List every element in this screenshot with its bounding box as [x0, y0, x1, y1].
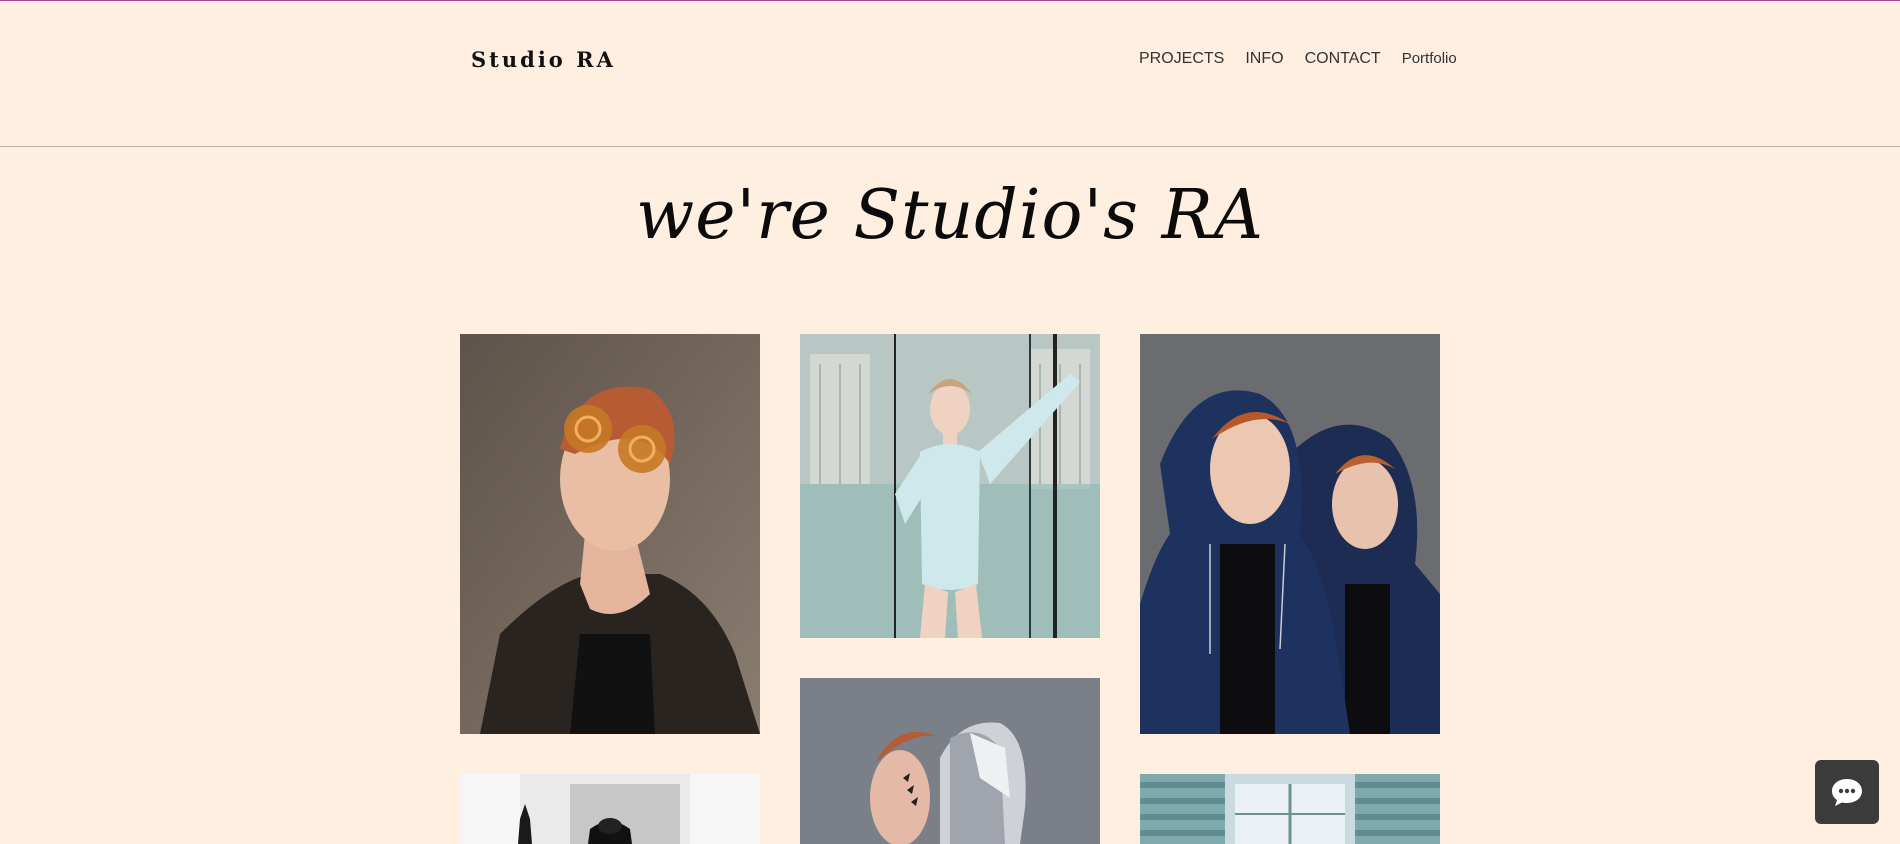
gallery-image: [1140, 774, 1440, 844]
chat-button[interactable]: [1815, 760, 1879, 824]
gallery-item-bw-figure[interactable]: [460, 774, 760, 844]
site-logo[interactable]: Studio RA: [471, 47, 616, 72]
gallery-image: [1140, 334, 1440, 734]
gallery-image: [460, 334, 760, 734]
site-header: Studio RA PROJECTS INFO CONTACT Portfoli…: [0, 1, 1900, 147]
chat-bubble-icon: [1832, 779, 1862, 806]
nav-portfolio[interactable]: Portfolio: [1402, 50, 1457, 68]
gallery-item-amber-glasses[interactable]: [460, 334, 760, 734]
nav-contact[interactable]: CONTACT: [1305, 50, 1381, 68]
nav-info[interactable]: INFO: [1245, 50, 1283, 68]
gallery-item-teal-shutters[interactable]: [1140, 774, 1440, 844]
gallery-image: [800, 678, 1100, 844]
gallery-item-silver-hood[interactable]: [800, 678, 1100, 844]
gallery-item-navy-hoodies[interactable]: [1140, 334, 1440, 734]
main-nav: PROJECTS INFO CONTACT Portfolio: [1139, 50, 1457, 68]
hero-title: we're Studio's RA: [636, 176, 1264, 255]
nav-projects[interactable]: PROJECTS: [1139, 50, 1224, 68]
gallery-item-blue-bodysuit[interactable]: [800, 334, 1100, 638]
gallery-image: [460, 774, 760, 844]
gallery-image: [800, 334, 1100, 638]
